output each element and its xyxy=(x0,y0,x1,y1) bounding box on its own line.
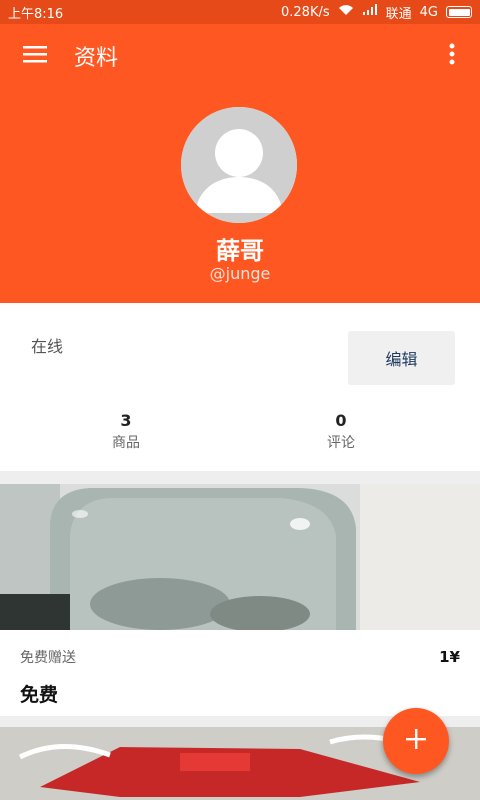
avatar[interactable] xyxy=(181,107,297,223)
product-title: 免费 xyxy=(20,684,59,706)
app-bar: 资料 xyxy=(0,24,480,88)
plus-icon xyxy=(404,727,428,755)
stat-comments[interactable]: 0 评论 xyxy=(281,411,401,452)
menu-button[interactable] xyxy=(0,24,70,88)
add-product-button[interactable] xyxy=(383,708,449,774)
product-card[interactable]: 免费赠送 1¥ 免费 xyxy=(0,484,480,716)
product-image xyxy=(0,484,480,630)
status-speed: 0.28K/s xyxy=(281,4,330,20)
profile-header: 薛哥 @junge xyxy=(0,88,480,303)
status-time: 上午8:16 xyxy=(8,6,64,22)
more-options-button[interactable] xyxy=(424,24,480,88)
profile-handle: @junge xyxy=(209,264,271,283)
status-network: 4G xyxy=(419,4,438,20)
stat-comments-value: 0 xyxy=(335,411,347,430)
more-vert-icon xyxy=(449,43,455,69)
stat-products-label: 商品 xyxy=(112,435,140,451)
battery-icon xyxy=(446,6,472,18)
stat-products[interactable]: 3 商品 xyxy=(66,411,186,452)
product-subtitle: 免费赠送 xyxy=(20,650,76,666)
default-avatar-icon xyxy=(181,107,297,223)
wifi-icon xyxy=(338,4,354,20)
online-status: 在线 xyxy=(31,337,64,356)
product-price: 1¥ xyxy=(439,648,460,666)
profile-name: 薛哥 xyxy=(216,237,264,265)
status-bar: 上午8:16 0.28K/s 联通 4G xyxy=(0,0,480,24)
profile-info-card: 在线 编辑 3 商品 0 评论 xyxy=(0,303,480,471)
stat-products-value: 3 xyxy=(120,411,132,430)
signal-icon xyxy=(362,4,378,20)
edit-button[interactable]: 编辑 xyxy=(348,331,455,385)
status-right: 0.28K/s 联通 4G xyxy=(281,3,472,22)
page-title: 资料 xyxy=(74,46,119,71)
hamburger-menu-icon xyxy=(23,45,47,67)
status-carrier: 联通 xyxy=(385,6,412,22)
stat-comments-label: 评论 xyxy=(327,435,355,451)
